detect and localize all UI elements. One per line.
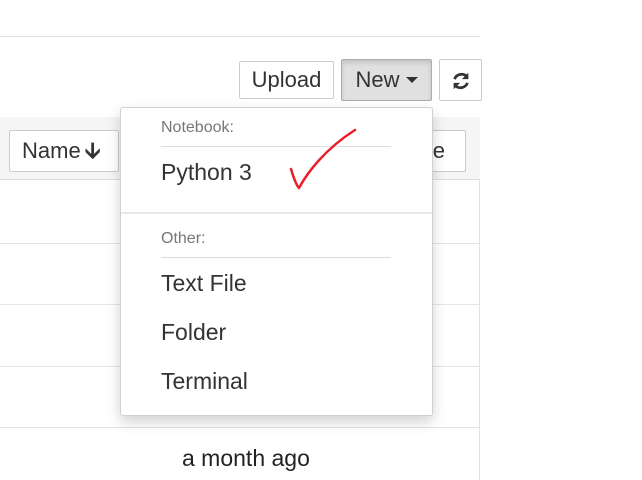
menu-item-python3[interactable]: Python 3 xyxy=(161,159,252,186)
refresh-button[interactable] xyxy=(439,59,482,101)
new-dropdown-button[interactable]: New xyxy=(341,59,432,101)
new-button-label: New xyxy=(355,67,400,92)
row-modified-time: a month ago xyxy=(182,445,310,471)
red-checkmark-annotation xyxy=(289,128,357,190)
refresh-icon xyxy=(450,69,472,91)
caret-down-icon xyxy=(405,77,418,84)
menu-divider xyxy=(121,212,432,214)
name-sort-label: Name xyxy=(22,138,81,163)
menu-item-text-file[interactable]: Text File xyxy=(161,270,247,297)
other-section-header: Other: xyxy=(161,230,206,247)
menu-item-terminal[interactable]: Terminal xyxy=(161,368,248,395)
upload-button[interactable]: Upload xyxy=(239,61,334,99)
row-divider xyxy=(0,427,480,428)
header-divider xyxy=(0,36,480,37)
arrow-down-icon: 🡫 xyxy=(84,138,101,163)
new-dropdown-menu: Notebook: Python 3 Other: Text File Fold… xyxy=(120,107,433,416)
section-rule xyxy=(161,257,391,258)
menu-item-folder[interactable]: Folder xyxy=(161,319,226,346)
notebook-section-header: Notebook: xyxy=(161,119,234,136)
sort-by-name-button[interactable]: Name 🡫 xyxy=(9,130,119,172)
